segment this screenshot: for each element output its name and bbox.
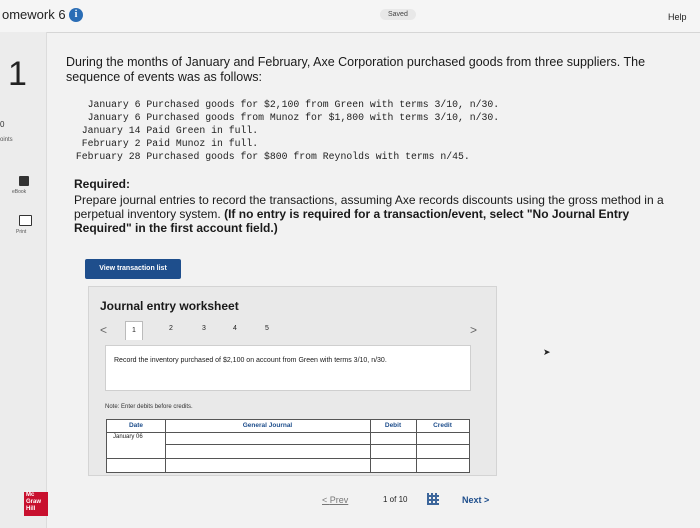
event-line: January 14 Paid Green in full. [70, 125, 259, 136]
column-header-credit: Credit [433, 422, 452, 429]
column-header-date: Date [128, 422, 144, 429]
view-transaction-list-button[interactable]: View transaction list [85, 259, 181, 279]
required-text: Prepare journal entries to record the tr… [74, 193, 674, 235]
event-line: February 2 Paid Munoz in full. [70, 138, 259, 149]
points-value: 0 [0, 120, 5, 129]
row-divider [107, 458, 469, 459]
book-icon[interactable] [19, 176, 29, 186]
prev-label[interactable]: Prev [330, 495, 349, 505]
event-line: January 6 Purchased goods from Munoz for… [70, 112, 500, 123]
printer-icon[interactable] [19, 215, 32, 226]
journal-table: Date General Journal Debit Credit Januar… [106, 419, 470, 473]
column-header-debit: Debit [384, 422, 402, 429]
saved-status: Saved [380, 9, 416, 20]
required-heading: Required: [74, 177, 131, 191]
points-label: oints [0, 137, 13, 143]
tab-page-4[interactable]: 4 [227, 325, 243, 332]
question-number: 1 [8, 55, 27, 93]
transaction-description-box: Record the inventory purchased of $2,100… [105, 345, 471, 391]
column-divider [370, 420, 371, 472]
page-indicator: 1 of 10 [383, 495, 408, 504]
info-icon[interactable]: i [69, 8, 83, 22]
journal-entry-worksheet: Journal entry worksheet < 1 2 3 4 5 > Re… [88, 286, 497, 476]
assignment-title: omework 6 [2, 7, 66, 22]
top-bar: omework 6 i Saved Help [0, 0, 700, 33]
event-list: January 6 Purchased goods for $2,100 fro… [70, 98, 499, 163]
tab-page-1[interactable]: 1 [125, 321, 143, 340]
tab-page-5[interactable]: 5 [259, 325, 275, 332]
tab-page-3[interactable]: 3 [196, 325, 212, 332]
next-button[interactable]: Next > [462, 495, 489, 505]
column-header-general-journal: General Journal [242, 422, 293, 429]
print-label[interactable]: Print [16, 229, 26, 235]
row-divider [165, 444, 469, 445]
ebook-label[interactable]: eBook [12, 189, 26, 195]
worksheet-pager: < 1 2 3 4 5 > [100, 321, 485, 341]
mcgraw-hill-logo: Mc Graw Hill [24, 492, 48, 516]
event-line: January 6 Purchased goods for $2,100 fro… [70, 99, 500, 110]
transaction-description: Record the inventory purchased of $2,100… [114, 357, 387, 364]
entry-note: Note: Enter debits before credits. [105, 404, 193, 410]
help-link[interactable]: Help [668, 12, 687, 22]
logo-text: Mc Graw Hill [26, 492, 42, 512]
worksheet-title: Journal entry worksheet [100, 299, 239, 313]
prev-button[interactable]: < Prev [322, 495, 348, 505]
next-label[interactable]: Next [462, 495, 482, 505]
tab-page-2[interactable]: 2 [163, 325, 179, 332]
column-divider [165, 420, 166, 472]
date-cell[interactable]: January 06 [113, 434, 143, 440]
mouse-cursor-icon: ➤ [543, 347, 551, 357]
chevron-right-icon[interactable]: > [470, 323, 477, 337]
row-divider [107, 432, 469, 433]
chevron-left-icon[interactable]: < [100, 323, 107, 337]
grid-icon[interactable] [427, 493, 439, 505]
column-divider [416, 420, 417, 472]
question-pagination: < Prev 1 of 10 Next > [316, 493, 506, 509]
left-sidebar [0, 32, 47, 528]
question-intro: During the months of January and Februar… [66, 55, 646, 84]
event-line: February 28 Purchased goods for $800 fro… [70, 151, 470, 162]
